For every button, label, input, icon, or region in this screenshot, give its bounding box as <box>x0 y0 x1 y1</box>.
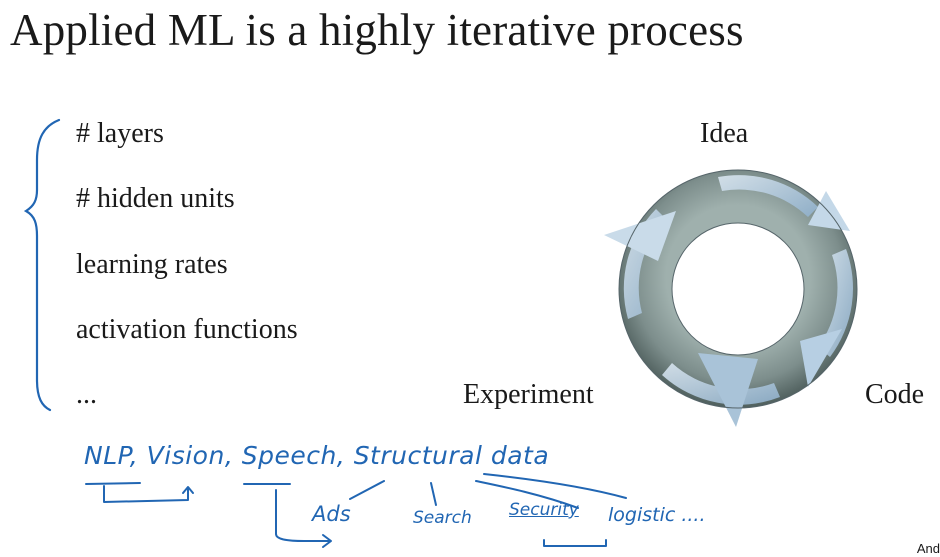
slide: Applied ML is a highly iterative process… <box>0 0 940 557</box>
application-domains-note: NLP, Vision, Speech, Structural data <box>84 441 550 470</box>
security-note: Security <box>509 500 579 520</box>
ads-note: Ads <box>312 502 351 526</box>
search-note: Search <box>413 508 472 528</box>
handwritten-annotation-strokes <box>85 473 627 548</box>
logistics-note: logistic .... <box>608 504 706 526</box>
presenter-name-fragment: And <box>916 541 940 556</box>
